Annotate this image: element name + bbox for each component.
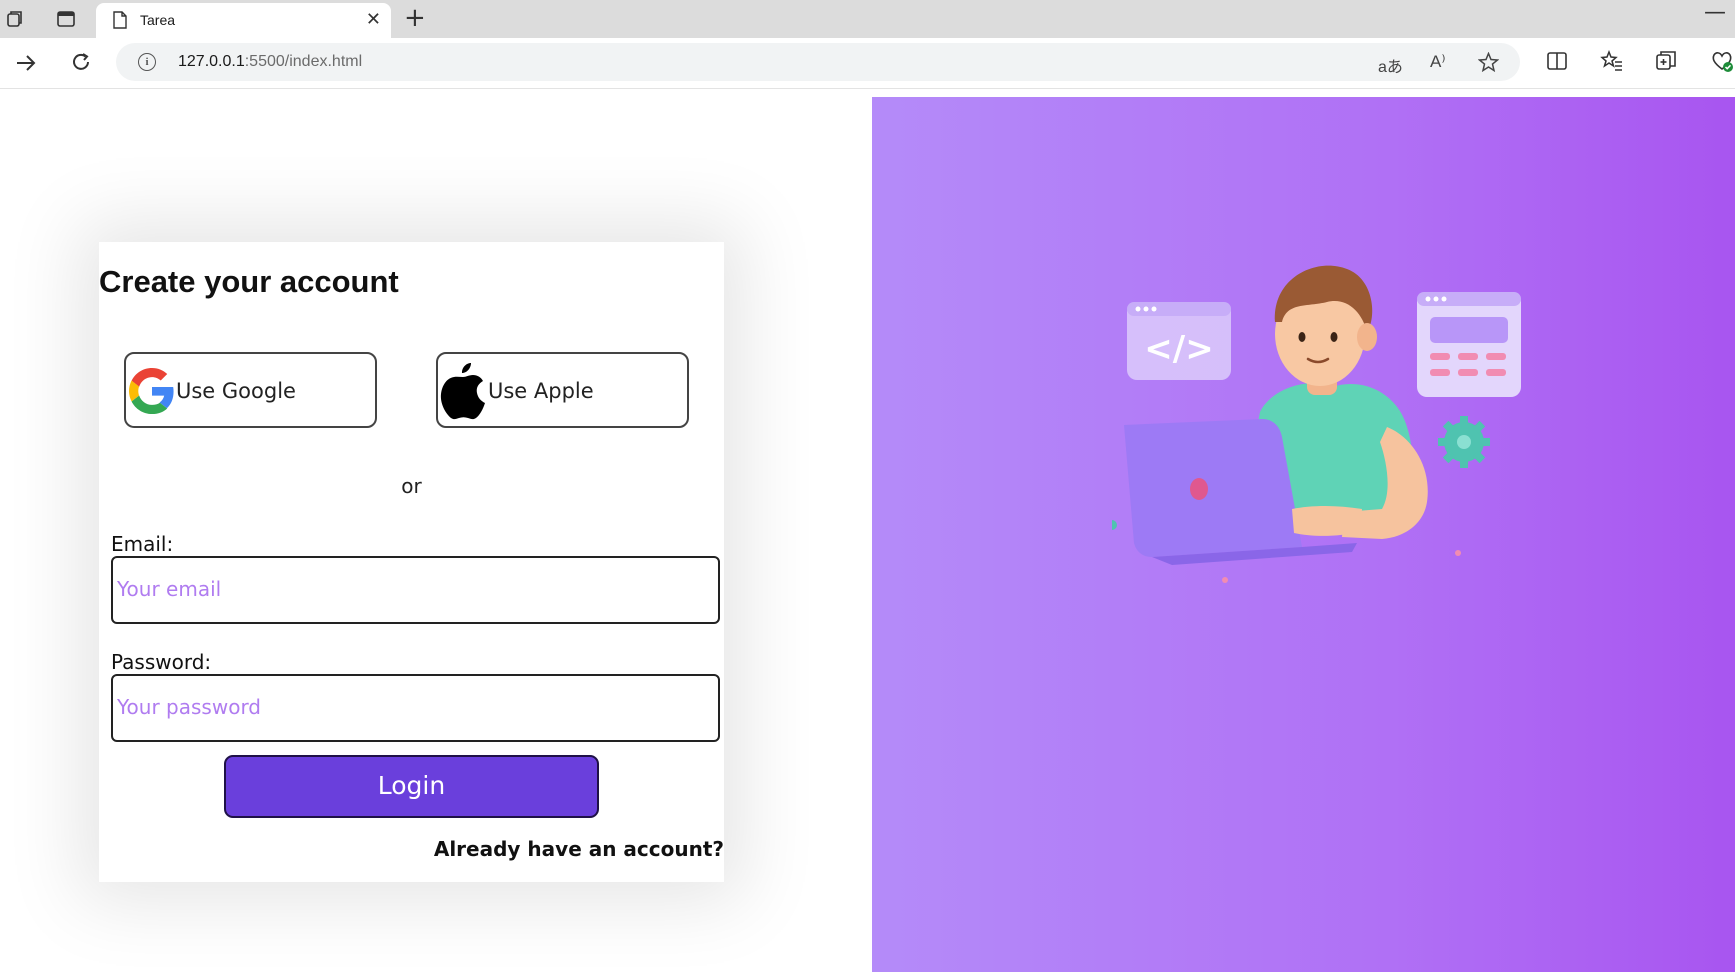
or-divider: or	[401, 474, 422, 498]
address-bar-row: i 127.0.0.1:5500/index.html aあ A⁾	[0, 38, 1735, 89]
favorite-star-icon[interactable]	[1478, 52, 1499, 72]
email-label: Email:	[111, 532, 174, 556]
tab-tarea[interactable]: Tarea ✕	[96, 3, 391, 38]
already-have-account-link[interactable]: Already have an account?	[434, 837, 724, 861]
page-icon	[113, 11, 127, 29]
apple-logo-icon	[440, 363, 485, 420]
ui-window-icon	[1417, 292, 1521, 397]
favorites-icon[interactable]	[1600, 50, 1624, 72]
minimize-icon[interactable]: —	[1704, 0, 1726, 25]
workspaces-icon[interactable]	[5, 9, 25, 29]
apple-signin-button[interactable]: Use Apple	[436, 352, 689, 428]
new-tab-icon[interactable]: +	[404, 3, 426, 33]
apple-button-label: Use Apple	[488, 379, 594, 403]
refresh-icon[interactable]	[70, 51, 92, 73]
tab-actions-icon[interactable]	[56, 9, 76, 29]
hero-panel: </>	[872, 97, 1735, 972]
dot-icon	[1222, 577, 1228, 583]
dot-icon	[1112, 520, 1117, 530]
close-tab-icon[interactable]: ✕	[366, 9, 381, 30]
google-signin-button[interactable]: Use Google	[124, 352, 377, 428]
tab-title: Tarea	[140, 12, 176, 28]
email-field[interactable]: Your email	[111, 556, 720, 624]
login-button[interactable]: Login	[224, 755, 599, 818]
browser-essentials-icon[interactable]	[1710, 49, 1734, 73]
svg-text:</>: </>	[1144, 329, 1213, 369]
signup-card: Create your account Use Google Use Apple…	[99, 242, 724, 882]
url-text[interactable]: 127.0.0.1:5500/index.html	[178, 53, 362, 71]
password-label: Password:	[111, 650, 212, 674]
dot-icon	[1455, 550, 1461, 556]
browser-tab-bar: Tarea ✕ + —	[0, 0, 1735, 38]
info-icon[interactable]: i	[138, 53, 156, 71]
password-field[interactable]: Your password	[111, 674, 720, 742]
email-placeholder: Your email	[117, 577, 222, 601]
developer-illustration: </>	[1112, 265, 1521, 583]
google-logo-icon	[129, 368, 174, 414]
password-placeholder: Your password	[117, 695, 262, 719]
collections-icon[interactable]	[1655, 50, 1677, 72]
page-title: Create your account	[99, 264, 399, 299]
google-button-label: Use Google	[176, 379, 296, 403]
address-bar[interactable]: i 127.0.0.1:5500/index.html aあ A⁾	[116, 43, 1520, 81]
split-screen-icon[interactable]	[1546, 51, 1568, 71]
code-window-icon: </>	[1127, 302, 1231, 380]
forward-icon[interactable]	[14, 52, 38, 74]
gear-icon	[1438, 416, 1490, 468]
read-aloud-icon[interactable]: A⁾	[1430, 52, 1446, 72]
translate-icon[interactable]: aあ	[1378, 53, 1403, 77]
